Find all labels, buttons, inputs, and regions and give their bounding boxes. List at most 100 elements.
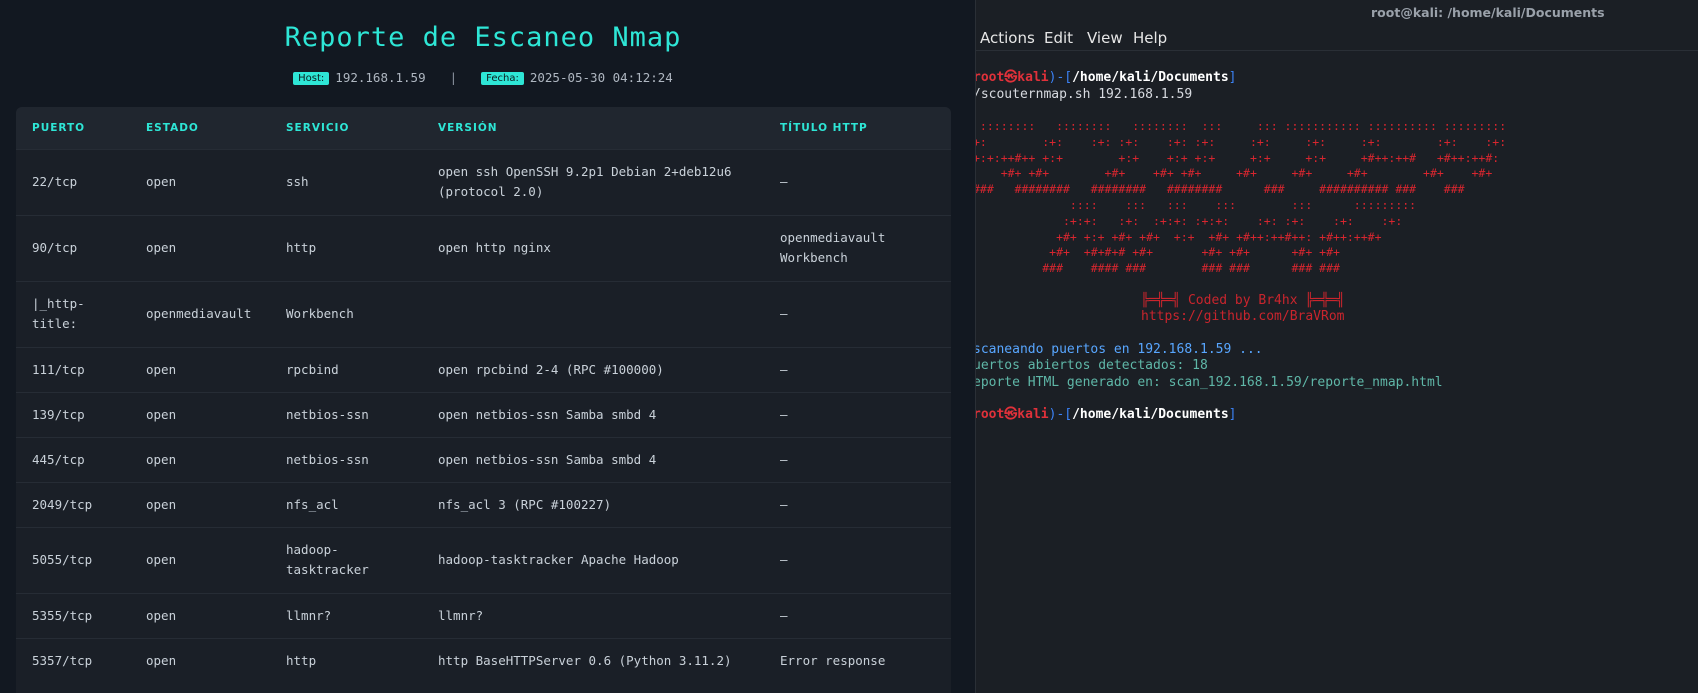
cell-port: 445/tcp [16, 436, 130, 482]
cell-port: |_http-title: [16, 280, 130, 347]
ports-detected-line: uertos abiertos detectados: 18 [975, 358, 1208, 374]
cell-version [422, 280, 764, 347]
cell-port: 22/tcp [16, 148, 130, 215]
cell-service: netbios-ssn [270, 391, 422, 437]
table-row: 22/tcp open ssh open ssh OpenSSH 9.2p1 D… [16, 148, 951, 215]
table-row: |_http-title: openmediavault Workbench — [16, 280, 951, 347]
cell-http-title: — [764, 148, 951, 215]
cell-http-title: — [764, 592, 951, 638]
col-header-version: VERSIÓN [438, 121, 498, 134]
table-row: 5055/tcp open hadoop-tasktracker hadoop-… [16, 526, 951, 593]
scan-prefix: scaneando puertos en [975, 341, 1138, 357]
col-header-port: PUERTO [32, 121, 86, 134]
prompt-cwd: /home/kali/Documents [1072, 70, 1229, 85]
ascii-art-line: +#+ +#+ +#+ +#+ +#+ +#+ +#+ +#+ +#+ +#+ [975, 166, 1514, 181]
report-generated-line: eporte HTML generado en: scan_192.168.1.… [975, 374, 1443, 390]
cell-http-title: — [764, 526, 951, 593]
cell-version: open http nginx [422, 214, 764, 281]
table-row: 2049/tcp open nfs_acl nfs_acl 3 (RPC #10… [16, 481, 951, 527]
cell-port: 5355/tcp [16, 592, 130, 638]
prompt-cwd: /home/kali/Documents [1072, 407, 1229, 423]
cell-service: Workbench [270, 280, 422, 347]
cell-http-title: — [764, 346, 951, 392]
cell-version: open netbios-ssn Samba smbd 4 [422, 391, 764, 437]
cell-http-title: — [764, 391, 951, 437]
cell-port: 2049/tcp [16, 481, 130, 527]
prompt-bracket-close: ] [1228, 407, 1237, 423]
cell-version: open netbios-ssn Samba smbd 4 [422, 436, 764, 482]
col-header-state: ESTADO [146, 121, 199, 134]
table-row: 90/tcp open http open http nginx openmed… [16, 214, 951, 281]
report-meta: Host: 192.168.1.59 | Fecha: 2025-05-30 04:12… [0, 70, 966, 85]
host-badge: Host: [293, 72, 330, 85]
ascii-art-line: ### ######## ######## ######## ### #####… [975, 182, 1514, 197]
cell-state: open [130, 148, 270, 215]
ascii-art-line: +#+ +#+#+# +#+ +#+ +#+ +#+ +#+ [975, 245, 1514, 260]
table-row: 139/tcp open netbios-ssn open netbios-ss… [16, 391, 951, 437]
coded-by-line: ╠═╬═╣ Coded by Br4hx ╠═╬═╣ [1141, 292, 1345, 308]
date-value: 2025-05-30 04:12:24 [529, 70, 673, 85]
prompt-line: root㉿kali)-[/home/kali/Documents] [976, 407, 1698, 424]
terminal-output: root㉿kali)-[/home/kali/Documents]/scoute… [975, 70, 1698, 424]
cell-service: http [270, 637, 422, 683]
cell-http-title: — [764, 481, 951, 527]
cell-state: open [130, 592, 270, 638]
table-header-row: PUERTO ESTADO SERVICIO VERSIÓN TÍTULO HT… [16, 107, 951, 149]
prompt-bracket-open: )-[ [1048, 407, 1073, 423]
results-table: PUERTO ESTADO SERVICIO VERSIÓN TÍTULO HT… [16, 107, 951, 683]
cell-version: hadoop-tasktracker Apache Hadoop [422, 526, 764, 593]
ascii-art-line: +: :+: :+: :+: :+: :+: :+: :+: :+: :+: :… [975, 134, 1514, 149]
ascii-art-line: :::::::: :::::::: :::::::: ::: ::: :::::… [975, 119, 1514, 133]
cell-port: 5055/tcp [16, 526, 130, 593]
cell-version: llmnr? [422, 592, 764, 638]
report-title: Reporte de Escaneo Nmap [284, 22, 682, 53]
cell-port: 90/tcp [16, 214, 130, 281]
cell-state: open [130, 526, 270, 593]
cell-service: nfs_acl [270, 481, 422, 527]
date-badge: Fecha: [481, 72, 524, 85]
meta-separator: | [449, 70, 458, 85]
github-link: https://github.com/BraVRom [1141, 309, 1345, 325]
scan-suffix: ... [1231, 341, 1263, 357]
cell-port: 139/tcp [16, 391, 130, 437]
terminal-title: root@kali: /home/kali/Documents [1371, 5, 1605, 20]
cell-state: open [130, 481, 270, 527]
terminal-window[interactable]: root@kali: /home/kali/Documents Actions … [975, 0, 1698, 693]
menu-view[interactable]: View [1087, 29, 1123, 47]
cell-service: ssh [270, 148, 422, 215]
ascii-art-line: +:+:++#++ +:+ +:+ +:+ +:+ +:+ +:+ +#++:+… [975, 150, 1514, 165]
cell-port: 111/tcp [16, 346, 130, 392]
cell-state: open [130, 346, 270, 392]
scan-host: 192.168.1.59 [1137, 341, 1232, 357]
cell-state: openmediavault [130, 280, 270, 347]
menu-actions[interactable]: Actions [980, 29, 1035, 47]
menu-help[interactable]: Help [1133, 29, 1167, 47]
cell-service: netbios-ssn [270, 436, 422, 482]
cell-port: 5357/tcp [16, 637, 130, 683]
cell-service: hadoop-tasktracker [270, 526, 422, 593]
cell-http-title: — [764, 436, 951, 482]
col-header-http-title: TÍTULO HTTP [780, 121, 868, 134]
cell-service: rpcbind [270, 346, 422, 392]
cell-state: open [130, 637, 270, 683]
cell-http-title: openmediavault Workbench [764, 214, 951, 281]
ascii-art-banner: :::::::: :::::::: :::::::: ::: ::: :::::… [975, 119, 1698, 277]
cell-version: open ssh OpenSSH 9.2p1 Debian 2+deb12u6 … [422, 148, 764, 215]
cell-service: http [270, 214, 422, 281]
ascii-art-line: :::: ::: ::: ::: ::: ::::::::: [975, 197, 1514, 212]
cell-http-title: — [764, 280, 951, 347]
ascii-art-line: ### #### ### ### ### ### ### [975, 261, 1514, 276]
table-row: 5355/tcp open llmnr? llmnr? — [16, 592, 951, 638]
host-value: 192.168.1.59 [335, 70, 426, 85]
terminal-menubar: Actions Edit View Help [976, 26, 1698, 51]
cell-version: open rpcbind 2-4 (RPC #100000) [422, 346, 764, 392]
ascii-art-line: +#+ +:+ +#+ +#+ +:+ +#+ +#++:++#++: +#++… [975, 229, 1514, 244]
menu-edit[interactable]: Edit [1044, 29, 1073, 47]
col-header-service: SERVICIO [286, 121, 350, 134]
nmap-report-page: Reporte de Escaneo Nmap Host: 192.168.1.5… [0, 0, 975, 693]
table-row: 445/tcp open netbios-ssn open netbios-ss… [16, 436, 951, 482]
results-table-container: PUERTO ESTADO SERVICIO VERSIÓN TÍTULO HT… [16, 107, 951, 693]
cell-state: open [130, 214, 270, 281]
table-row: 5357/tcp open http http BaseHTTPServer 0… [16, 637, 951, 683]
cell-http-title: Error response [764, 637, 951, 683]
